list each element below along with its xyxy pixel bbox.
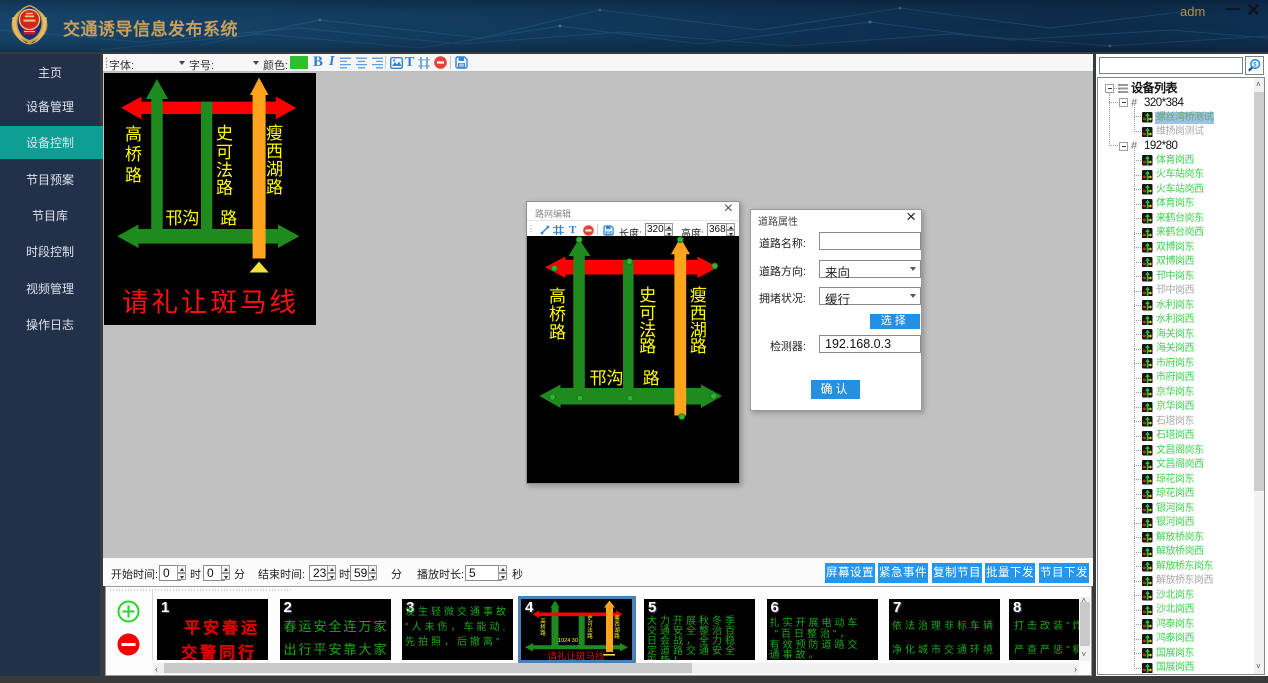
svg-text:瘦: 瘦 [690,286,707,305]
svg-text:瘦: 瘦 [614,614,620,622]
svg-text:邗沟: 邗沟 [165,209,199,228]
svg-text:路: 路 [690,337,707,356]
svg-text:路: 路 [587,632,593,640]
svg-text:史: 史 [587,614,593,622]
svg-text:路: 路 [125,166,142,185]
svg-text:路: 路 [220,209,237,228]
svg-text:桥: 桥 [540,623,546,631]
svg-text:可: 可 [587,621,593,628]
svg-text:请礼让斑马线: 请礼让斑马线 [122,288,299,318]
svg-text:路: 路 [549,323,566,342]
svg-text:瘦: 瘦 [266,124,283,143]
svg-text:桥: 桥 [125,145,142,164]
svg-text:高: 高 [125,125,142,144]
svg-text:路: 路 [639,337,656,356]
svg-text:可: 可 [216,143,233,162]
svg-text:路: 路 [614,632,620,640]
svg-text:史: 史 [216,124,233,143]
svg-text:湖: 湖 [614,626,620,634]
svg-text:史: 史 [639,286,656,305]
svg-text:高: 高 [549,287,566,306]
svg-text:高: 高 [540,617,546,625]
svg-text:路: 路 [266,178,283,197]
svg-text:法: 法 [587,626,593,634]
svg-text:请礼让斑马线: 请礼让斑马线 [547,651,605,661]
svg-text:路: 路 [216,179,233,198]
svg-text:法: 法 [216,161,233,180]
svg-text:路: 路 [540,629,546,637]
svg-text:路: 路 [643,369,660,388]
svg-text:邗沟: 邗沟 [590,369,624,388]
svg-text:桥: 桥 [549,305,566,324]
svg-text:1024 30: 1024 30 [558,638,578,644]
svg-text:西: 西 [614,621,620,628]
svg-text:湖: 湖 [266,160,283,179]
svg-text:西: 西 [266,142,283,161]
